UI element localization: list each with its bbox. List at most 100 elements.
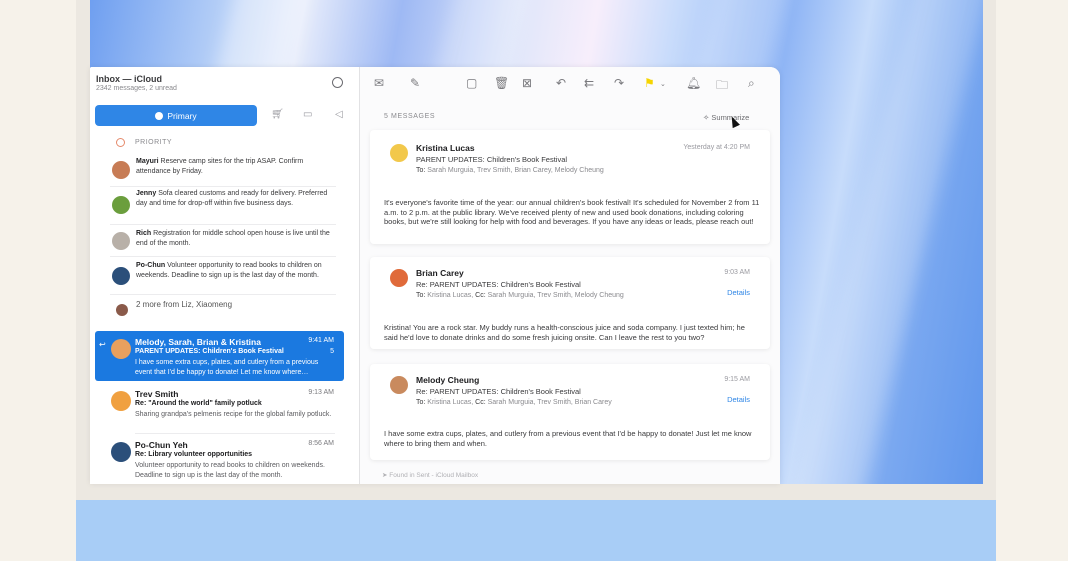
sender-name: Po-Chun — [136, 262, 166, 269]
to-list: Sarah Murguia, Trev Smith, Brian Carey, … — [427, 167, 604, 174]
chevron-down-icon[interactable]: ⌄ — [660, 80, 666, 88]
priority-item[interactable]: Mayuri Reserve camp sites for the trip A… — [110, 157, 336, 187]
thread-count: 5 — [330, 348, 334, 355]
message-subject: PARENT UPDATES: Children's Book Festival — [135, 348, 284, 355]
category-tabs: Primary 🛒︎ ▭ ◁ — [95, 105, 355, 127]
card-recipients: To: Kristina Lucas, Cc: Sarah Murguia, T… — [416, 292, 624, 299]
cc-list: Sarah Murguia, Trev Smith, Melody Cheung — [487, 292, 624, 299]
forward-icon[interactable]: ↷ — [614, 76, 624, 90]
chat-bubble-icon[interactable]: ▭ — [303, 109, 312, 120]
avatar — [112, 161, 130, 179]
message-list-pane: Inbox — iCloud 2342 messages, 2 unread P… — [90, 67, 360, 484]
desk-background — [76, 500, 996, 561]
card-recipients: To: Sarah Murguia, Trev Smith, Brian Car… — [416, 167, 604, 174]
footer-text: Found in Sent - iCloud Mailbox — [389, 472, 479, 479]
message-time: 8:56 AM — [308, 440, 334, 447]
to-label: To: — [416, 292, 426, 299]
message-time: 9:41 AM — [308, 337, 334, 344]
cc-label: Cc: — [475, 399, 486, 406]
to-label: To: — [416, 167, 426, 174]
message-preview: I have some extra cups, plates, and cutl… — [135, 359, 319, 376]
priority-label: PRIORITY — [135, 139, 173, 146]
card-body: I have some extra cups, plates, and cutl… — [384, 429, 752, 448]
sender-name: Rich — [136, 230, 152, 237]
card-subject: Re: PARENT UPDATES: Children's Book Fest… — [416, 280, 581, 289]
flag-icon[interactable]: ⚑ — [644, 76, 655, 90]
avatar — [390, 269, 408, 287]
trash-icon[interactable]: 🗑︎ — [494, 76, 509, 90]
window-subtitle: 2342 messages, 2 unread — [96, 85, 177, 92]
more-priority-link[interactable]: 2 more from Liz, Xiaomeng — [136, 300, 232, 309]
filter-icon[interactable] — [332, 77, 343, 88]
tab-primary[interactable]: Primary — [95, 105, 257, 126]
person-icon — [155, 111, 164, 120]
sender-name: Mayuri — [136, 158, 159, 165]
details-link[interactable]: Details — [727, 395, 750, 404]
avatar — [112, 232, 130, 250]
message-card[interactable]: Melody Cheung 9:15 AM Re: PARENT UPDATES… — [370, 364, 770, 460]
priority-item[interactable]: Jenny Sofa cleared customs and ready for… — [110, 189, 336, 225]
avatar — [111, 391, 131, 411]
avatar — [111, 339, 131, 359]
message-sender: Trev Smith — [135, 389, 179, 399]
search-icon[interactable]: ⌕ — [748, 76, 755, 91]
message-subject: Re: Library volunteer opportunities — [135, 451, 253, 458]
cc-list: Sarah Murguia, Trev Smith, Brian Carey — [487, 399, 612, 406]
message-time: 9:13 AM — [308, 389, 334, 396]
priority-item[interactable]: Po-Chun Volunteer opportunity to read bo… — [110, 261, 336, 295]
avatar — [116, 304, 128, 316]
sender-name: Jenny — [136, 190, 157, 197]
card-sender: Melody Cheung — [416, 375, 480, 385]
bell-icon[interactable]: 🔔︎ — [686, 76, 701, 90]
message-card[interactable]: Brian Carey 9:03 AM Re: PARENT UPDATES: … — [370, 257, 770, 349]
card-recipients: To: Kristina Lucas, Cc: Sarah Murguia, T… — [416, 399, 612, 406]
shopping-cart-icon[interactable]: 🛒︎ — [271, 109, 284, 120]
avatar — [112, 196, 130, 214]
message-row[interactable]: Trev Smith 9:13 AM Re: "Around the world… — [95, 383, 344, 433]
archive-icon[interactable]: ▢ — [466, 76, 477, 90]
reply-arrow-icon: ↩ — [99, 340, 106, 349]
card-body: Kristina! You are a rock star. My buddy … — [384, 323, 745, 342]
message-view-pane: ✉︎ ✎ ▢ 🗑︎ ⊠ ↶ ⇇ ↷ ⚑ ⌄ 🔔︎ 🗀 ⌕ 5 MESSAGES … — [360, 67, 780, 484]
card-sender: Kristina Lucas — [416, 143, 475, 153]
compose-icon[interactable]: ✎ — [410, 76, 420, 90]
tab-primary-label: Primary — [167, 110, 197, 121]
priority-summary: Registration for middle school open hous… — [136, 230, 330, 247]
sparkle-icon: ✧ — [703, 113, 710, 122]
folder-icon[interactable]: 🗀 — [716, 76, 728, 97]
details-link[interactable]: Details — [727, 288, 750, 297]
message-preview: Sharing grandpa's pelmenis recipe for th… — [135, 411, 332, 418]
priority-icon — [116, 138, 125, 147]
envelope-icon[interactable]: ✉︎ — [374, 76, 384, 90]
mailbox-footer: ➤ Found in Sent - iCloud Mailbox — [382, 471, 478, 479]
mail-window: Inbox — iCloud 2342 messages, 2 unread P… — [90, 67, 780, 484]
avatar — [390, 376, 408, 394]
message-row[interactable]: Po-Chun Yeh 8:56 AM Re: Library voluntee… — [95, 434, 344, 484]
to-list: Kristina Lucas, — [427, 292, 474, 299]
junk-icon[interactable]: ⊠ — [522, 76, 532, 90]
avatar — [111, 442, 131, 462]
summarize-button[interactable]: ✧ Summarize — [703, 113, 749, 122]
cc-label: Cc: — [475, 292, 486, 299]
message-preview: Volunteer opportunity to read books to c… — [135, 462, 325, 479]
reply-icon[interactable]: ↶ — [556, 76, 566, 90]
location-arrow-icon: ➤ — [382, 472, 388, 479]
card-time: Yesterday at 4:20 PM — [683, 144, 750, 151]
priority-summary: Reserve camp sites for the trip ASAP. Co… — [136, 158, 304, 175]
priority-item[interactable]: Rich Registration for middle school open… — [110, 229, 336, 257]
card-time: 9:03 AM — [724, 269, 750, 276]
card-body: It's everyone's favorite time of the yea… — [384, 198, 760, 226]
card-sender: Brian Carey — [416, 268, 464, 278]
card-time: 9:15 AM — [724, 376, 750, 383]
priority-summary: Sofa cleared customs and ready for deliv… — [136, 190, 328, 207]
message-card[interactable]: Kristina Lucas Yesterday at 4:20 PM PARE… — [370, 130, 770, 244]
card-subject: Re: PARENT UPDATES: Children's Book Fest… — [416, 387, 581, 396]
thread-message-count: 5 MESSAGES — [384, 113, 436, 120]
megaphone-icon[interactable]: ◁ — [335, 109, 343, 120]
message-row-selected[interactable]: ↩ Melody, Sarah, Brian & Kristina 9:41 A… — [95, 331, 344, 381]
card-subject: PARENT UPDATES: Children's Book Festival — [416, 155, 568, 164]
message-subject: Re: "Around the world" family potluck — [135, 400, 262, 407]
message-sender: Melody, Sarah, Brian & Kristina — [135, 337, 261, 347]
reply-all-icon[interactable]: ⇇ — [584, 76, 594, 90]
avatar — [112, 267, 130, 285]
